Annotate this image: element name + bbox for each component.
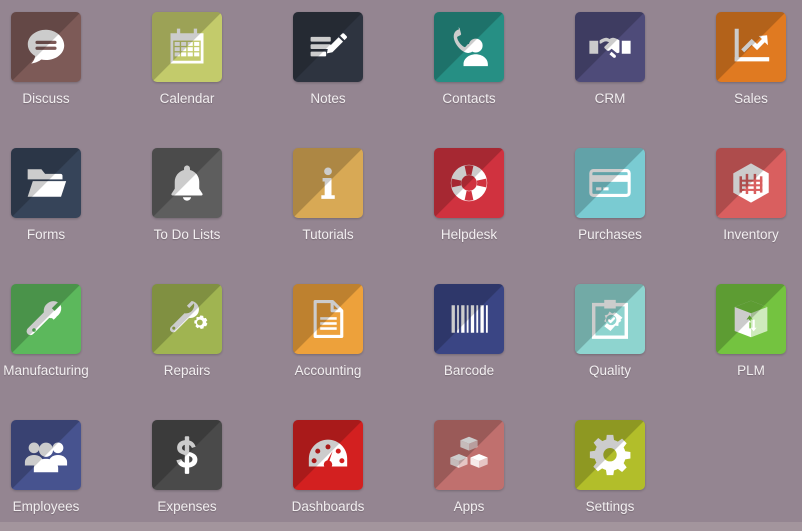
app-label: Notes [310,91,346,106]
app-label: Barcode [443,363,495,378]
phone-person-icon[interactable] [434,12,504,82]
app-label: Expenses [157,499,217,514]
bell-icon[interactable] [152,148,222,218]
app-label: Calendar [159,91,215,106]
gear-icon[interactable] [575,420,645,490]
app-tile-quality[interactable]: Quality [564,284,705,420]
gauge-icon[interactable] [293,420,363,490]
app-label: Employees [12,499,80,514]
wrench-icon[interactable] [11,284,81,354]
app-label: Contacts [442,91,496,106]
app-label: Quality [588,363,632,378]
app-tile-inventory[interactable]: Inventory [705,148,802,284]
calendar-icon[interactable] [152,12,222,82]
app-tile-forms[interactable]: Forms [0,148,141,284]
app-tile-plm[interactable]: PLM [705,284,802,420]
app-label: Forms [26,227,66,242]
app-tile-accounting[interactable]: Accounting [282,284,423,420]
app-label: Manufacturing [3,363,89,378]
app-label: Inventory [723,227,779,242]
people-group-icon[interactable] [11,420,81,490]
app-tile-settings[interactable]: Settings [564,420,705,531]
box-arrows-icon[interactable] [716,284,786,354]
app-tile-discuss[interactable]: Discuss [0,12,141,148]
app-label: CRM [594,91,626,106]
app-tile-manufacturing[interactable]: Manufacturing [0,284,141,420]
app-tile-notes[interactable]: Notes [282,12,423,148]
handshake-icon[interactable] [575,12,645,82]
app-label: Dashboards [291,499,365,514]
info-icon[interactable] [293,148,363,218]
folder-open-icon[interactable] [11,148,81,218]
chart-up-icon[interactable] [716,12,786,82]
app-tile-to-do-lists[interactable]: To Do Lists [141,148,282,284]
app-label: Discuss [22,91,70,106]
wrench-gear-icon[interactable] [152,284,222,354]
app-tile-sales[interactable]: Sales [705,12,802,148]
app-launcher-grid: Discuss Calendar Notes Contacts CRM Sales Form… [0,0,802,531]
app-label: Repairs [163,363,211,378]
app-label: Tutorials [302,227,354,242]
app-tile-repairs[interactable]: Repairs [141,284,282,420]
dollar-icon[interactable] [152,420,222,490]
credit-card-icon[interactable] [575,148,645,218]
app-tile-calendar[interactable]: Calendar [141,12,282,148]
app-label: Settings [585,499,635,514]
app-label: Helpdesk [440,227,498,242]
app-tile-purchases[interactable]: Purchases [564,148,705,284]
document-icon[interactable] [293,284,363,354]
app-label: Sales [734,91,768,106]
warehouse-icon[interactable] [716,148,786,218]
clipboard-check-icon[interactable] [575,284,645,354]
app-label: PLM [737,363,765,378]
lifebuoy-icon[interactable] [434,148,504,218]
app-tile-tutorials[interactable]: Tutorials [282,148,423,284]
app-label: Accounting [294,363,362,378]
app-label: Apps [453,499,485,514]
app-label: Purchases [578,227,642,242]
app-tile-barcode[interactable]: Barcode [423,284,564,420]
notes-pencil-icon[interactable] [293,12,363,82]
barcode-icon[interactable] [434,284,504,354]
boxes-icon[interactable] [434,420,504,490]
chat-bubble-icon[interactable] [11,12,81,82]
app-tile-crm[interactable]: CRM [564,12,705,148]
app-tile-contacts[interactable]: Contacts [423,12,564,148]
app-tile-helpdesk[interactable]: Helpdesk [423,148,564,284]
app-label: To Do Lists [153,227,221,242]
